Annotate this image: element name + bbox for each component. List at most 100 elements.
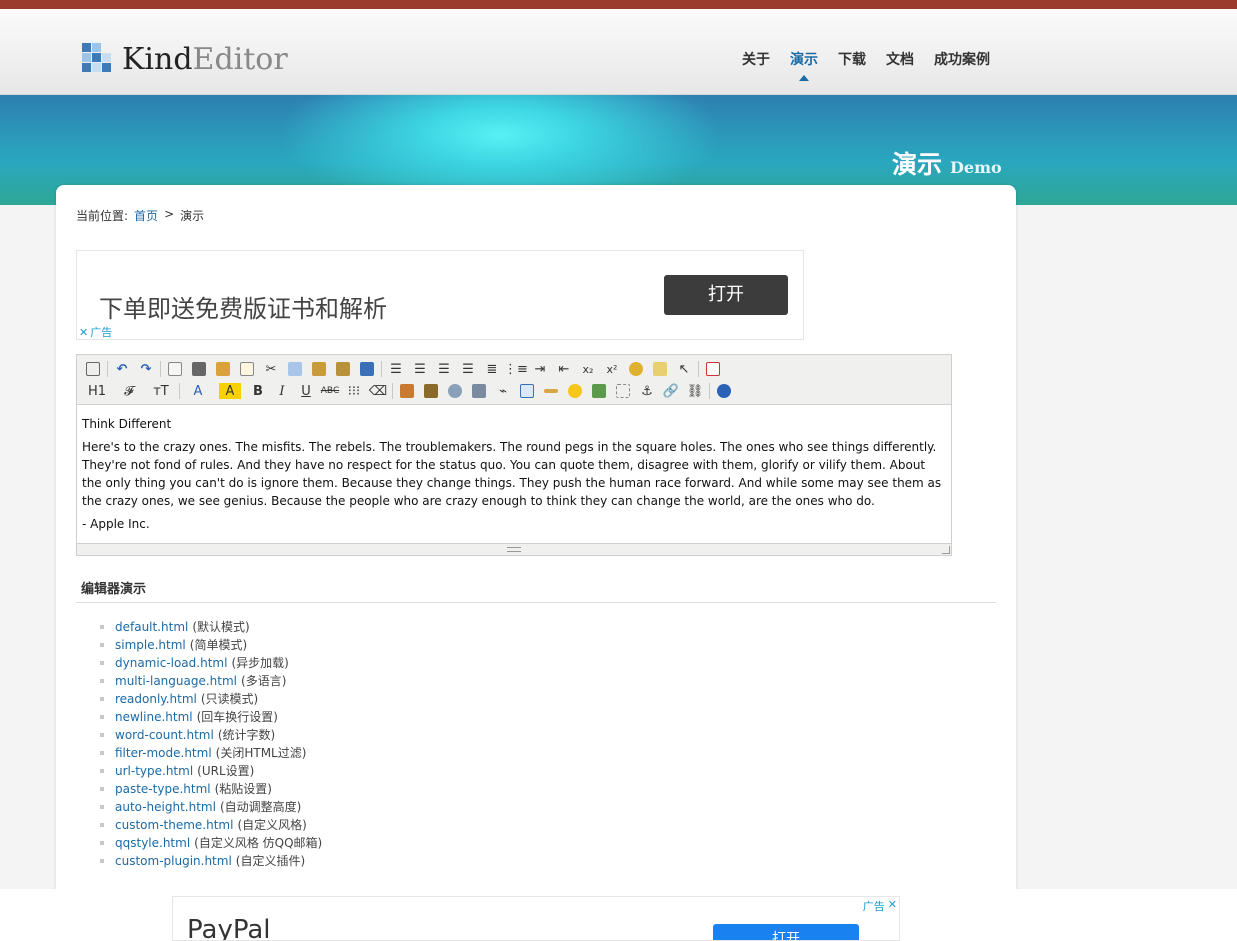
list-item: readonly.html (只读模式) <box>100 690 322 708</box>
fullscreen-icon[interactable] <box>701 358 725 380</box>
redo-icon[interactable]: ↷ <box>134 358 158 380</box>
resize-grip-icon[interactable] <box>507 547 521 552</box>
breadcrumb-home[interactable]: 首页 <box>134 207 158 224</box>
line-height-icon[interactable]: ⁝⁝⁝ <box>342 380 366 402</box>
demo-link[interactable]: word-count.html <box>115 726 214 744</box>
ad-bottom-close-icon[interactable]: ✕ <box>888 898 897 914</box>
demo-link[interactable]: custom-plugin.html <box>115 852 232 870</box>
resize-corner-icon[interactable] <box>942 546 950 554</box>
baidu-map-icon[interactable] <box>587 380 611 402</box>
demo-link[interactable]: newline.html <box>115 708 193 726</box>
align-left-icon[interactable]: ☰ <box>384 358 408 380</box>
ad-text: 下单即送免费版证书和解析 <box>99 295 387 323</box>
page-break-icon[interactable] <box>611 380 635 402</box>
page-subtitle: Demo <box>950 158 1002 177</box>
emoticons-icon[interactable] <box>563 380 587 402</box>
font-name-button[interactable]: 𝓕 <box>113 380 145 402</box>
logo[interactable]: KindEditor <box>82 42 288 78</box>
subscript-icon[interactable]: x₂ <box>576 358 600 380</box>
template-icon[interactable] <box>211 358 235 380</box>
unlink-icon[interactable]: ⛓ <box>683 380 707 402</box>
demo-link[interactable]: url-type.html <box>115 762 193 780</box>
code-icon[interactable] <box>235 358 259 380</box>
ad-open-button[interactable]: 打开 <box>664 275 788 315</box>
align-justify-icon[interactable]: ☰ <box>456 358 480 380</box>
section-title: 编辑器演示 <box>76 578 996 603</box>
demo-link[interactable]: readonly.html <box>115 690 197 708</box>
nav-docs[interactable]: 文档 <box>886 49 914 69</box>
format-block-button[interactable]: H1 <box>81 380 113 402</box>
preview-icon[interactable] <box>163 358 187 380</box>
editor-toolbar: ↶ ↷ ✂ ☰ ☰ ☰ ☰ ≣ ⋮≡ ⇥ ⇤ x₂ x² ↖ H1 𝓕 тT A… <box>77 355 951 405</box>
image-icon[interactable] <box>395 380 419 402</box>
rich-text-editor: ↶ ↷ ✂ ☰ ☰ ☰ ☰ ≣ ⋮≡ ⇥ ⇤ x₂ x² ↖ H1 𝓕 тT A… <box>76 354 952 556</box>
nav-about[interactable]: 关于 <box>742 49 770 69</box>
demo-link[interactable]: default.html <box>115 618 188 636</box>
fore-color-button[interactable]: A <box>182 380 214 402</box>
link-icon[interactable]: 🔗 <box>659 380 683 402</box>
list-item: custom-plugin.html (自定义插件) <box>100 852 322 870</box>
italic-button[interactable]: I <box>270 380 294 402</box>
font-size-button[interactable]: тT <box>145 380 177 402</box>
ordered-list-icon[interactable]: ≣ <box>480 358 504 380</box>
clear-html-icon[interactable] <box>624 358 648 380</box>
strikethrough-button[interactable]: ABC <box>318 380 342 402</box>
paste-icon[interactable] <box>307 358 331 380</box>
horizontal-rule-icon[interactable] <box>539 380 563 402</box>
nav-cases[interactable]: 成功案例 <box>934 49 990 69</box>
logo-icon <box>82 43 114 77</box>
flash-icon[interactable] <box>443 380 467 402</box>
demo-link[interactable]: custom-theme.html <box>115 816 233 834</box>
remove-format-icon[interactable]: ⌫ <box>366 380 390 402</box>
select-all-icon[interactable]: ↖ <box>672 358 696 380</box>
demo-desc: (URL设置) <box>197 764 255 778</box>
print-icon[interactable] <box>187 358 211 380</box>
align-right-icon[interactable]: ☰ <box>432 358 456 380</box>
toolbar-separator <box>709 383 710 399</box>
underline-button[interactable]: U <box>294 380 318 402</box>
attachment-icon[interactable]: ⌁ <box>491 380 515 402</box>
toolbar-separator <box>381 361 382 377</box>
demo-link[interactable]: filter-mode.html <box>115 744 212 762</box>
ad-bottom-open-button[interactable]: 打开 <box>713 924 859 940</box>
align-center-icon[interactable]: ☰ <box>408 358 432 380</box>
demo-desc: (关闭HTML过滤) <box>215 746 307 760</box>
anchor-icon[interactable]: ⚓ <box>635 380 659 402</box>
demo-link[interactable]: dynamic-load.html <box>115 654 227 672</box>
source-icon[interactable] <box>81 358 105 380</box>
nav-demo[interactable]: 演示 <box>790 49 818 81</box>
editor-statusbar <box>77 543 951 555</box>
demo-link[interactable]: simple.html <box>115 636 186 654</box>
nav-download[interactable]: 下载 <box>838 49 866 69</box>
site-header: KindEditor 关于 演示 下载 文档 成功案例 <box>0 9 1237 95</box>
ad-banner-top[interactable]: 下单即送免费版证书和解析 打开 ✕ 广告 <box>76 250 804 340</box>
hilite-color-button[interactable]: A <box>219 383 241 399</box>
ad-banner-bottom[interactable]: PayPal 广告 ✕ 打开 <box>172 896 900 941</box>
demo-link[interactable]: multi-language.html <box>115 672 237 690</box>
bold-button[interactable]: B <box>246 380 270 402</box>
plain-paste-icon[interactable] <box>331 358 355 380</box>
outdent-icon[interactable]: ⇤ <box>552 358 576 380</box>
toolbar-separator <box>698 361 699 377</box>
demo-link[interactable]: qqstyle.html <box>115 834 190 852</box>
editor-content[interactable]: Think Different Here's to the crazy ones… <box>77 405 951 543</box>
quick-format-icon[interactable] <box>648 358 672 380</box>
unordered-list-icon[interactable]: ⋮≡ <box>504 358 528 380</box>
toolbar-row-1: ↶ ↷ ✂ ☰ ☰ ☰ ☰ ≣ ⋮≡ ⇥ ⇤ x₂ x² ↖ <box>81 358 947 380</box>
indent-icon[interactable]: ⇥ <box>528 358 552 380</box>
word-paste-icon[interactable] <box>355 358 379 380</box>
cut-icon[interactable]: ✂ <box>259 358 283 380</box>
ad-close-icon[interactable]: ✕ <box>79 326 88 339</box>
multi-image-icon[interactable] <box>419 380 443 402</box>
superscript-icon[interactable]: x² <box>600 358 624 380</box>
undo-icon[interactable]: ↶ <box>110 358 134 380</box>
demo-link[interactable]: auto-height.html <box>115 798 216 816</box>
table-icon[interactable] <box>515 380 539 402</box>
breadcrumb-sep: > <box>164 207 175 221</box>
media-icon[interactable] <box>467 380 491 402</box>
breadcrumb: 当前位置: 首页 > 演示 <box>76 207 204 224</box>
copy-icon[interactable] <box>283 358 307 380</box>
demo-link[interactable]: paste-type.html <box>115 780 211 798</box>
help-icon[interactable] <box>712 380 736 402</box>
ad-bottom-tag: 广告 ✕ <box>863 898 897 914</box>
